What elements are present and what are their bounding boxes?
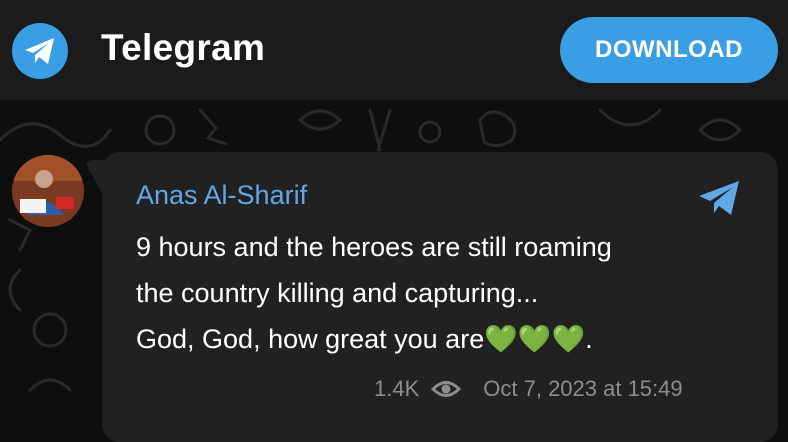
message-meta: 1.4K Oct 7, 2023 at 15:49 bbox=[374, 374, 744, 404]
message-line-2: the country killing and capturing... bbox=[136, 278, 539, 308]
download-button[interactable]: DOWNLOAD bbox=[560, 17, 778, 83]
view-count: 1.4K bbox=[374, 376, 420, 401]
timestamp: Oct 7, 2023 at 15:49 bbox=[483, 376, 683, 401]
message-bubble: Anas Al-Sharif 9 hours and the heroes ar… bbox=[102, 152, 778, 442]
telegram-logo-icon bbox=[12, 23, 68, 79]
top-bar: Telegram DOWNLOAD bbox=[0, 0, 788, 100]
eye-icon bbox=[431, 381, 462, 397]
share-icon[interactable] bbox=[696, 178, 742, 218]
sender-name[interactable]: Anas Al-Sharif bbox=[136, 180, 307, 211]
avatar[interactable] bbox=[12, 155, 84, 227]
message-line-3-text: God, God, how great you are bbox=[136, 324, 485, 354]
message-line-1: 9 hours and the heroes are still roaming bbox=[136, 232, 612, 262]
message-line-3: God, God, how great you are💚💚💚. bbox=[136, 323, 593, 355]
app-title: Telegram bbox=[101, 27, 266, 68]
message-trailing-period: . bbox=[585, 324, 593, 354]
green-heart-emoji: 💚💚💚 bbox=[484, 324, 586, 355]
